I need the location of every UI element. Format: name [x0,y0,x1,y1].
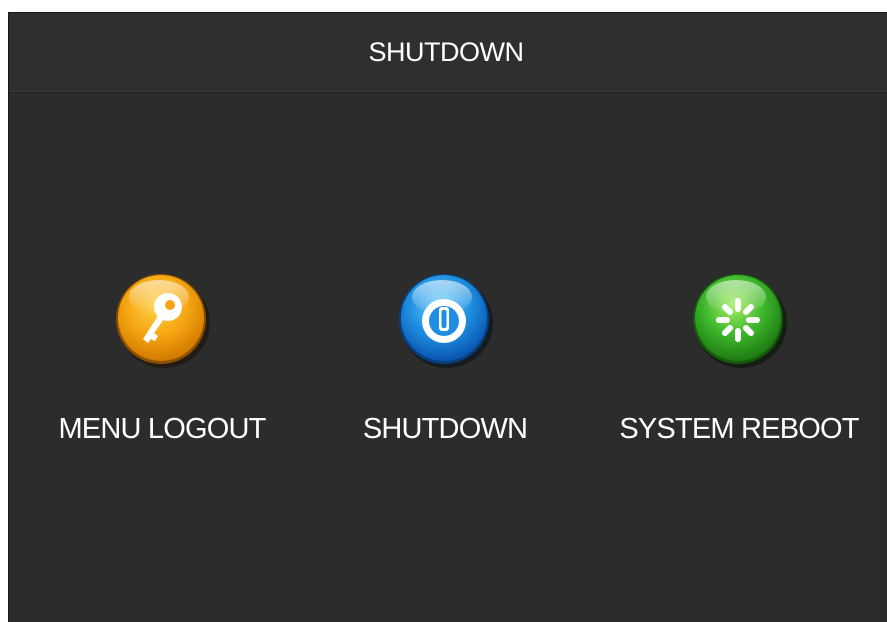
key-icon[interactable] [112,269,212,369]
system-reboot-button[interactable]: SYSTEM REBOOT [594,263,884,463]
system-reboot-label: SYSTEM REBOOT [619,413,859,445]
shutdown-dialog: SHUTDOWN MENU LOGOUT SHUTDOWN SYSTEM REB… [8,12,887,622]
shutdown-label: SHUTDOWN [362,413,528,445]
menu-logout-label: MENU LOGOUT [58,413,266,445]
title-bar: SHUTDOWN [9,13,887,92]
reboot-icon[interactable] [689,269,789,369]
dialog-title: SHUTDOWN [368,36,524,67]
power-icon[interactable] [395,269,495,369]
shutdown-button[interactable]: SHUTDOWN [300,263,590,463]
menu-logout-button[interactable]: MENU LOGOUT [17,263,307,463]
